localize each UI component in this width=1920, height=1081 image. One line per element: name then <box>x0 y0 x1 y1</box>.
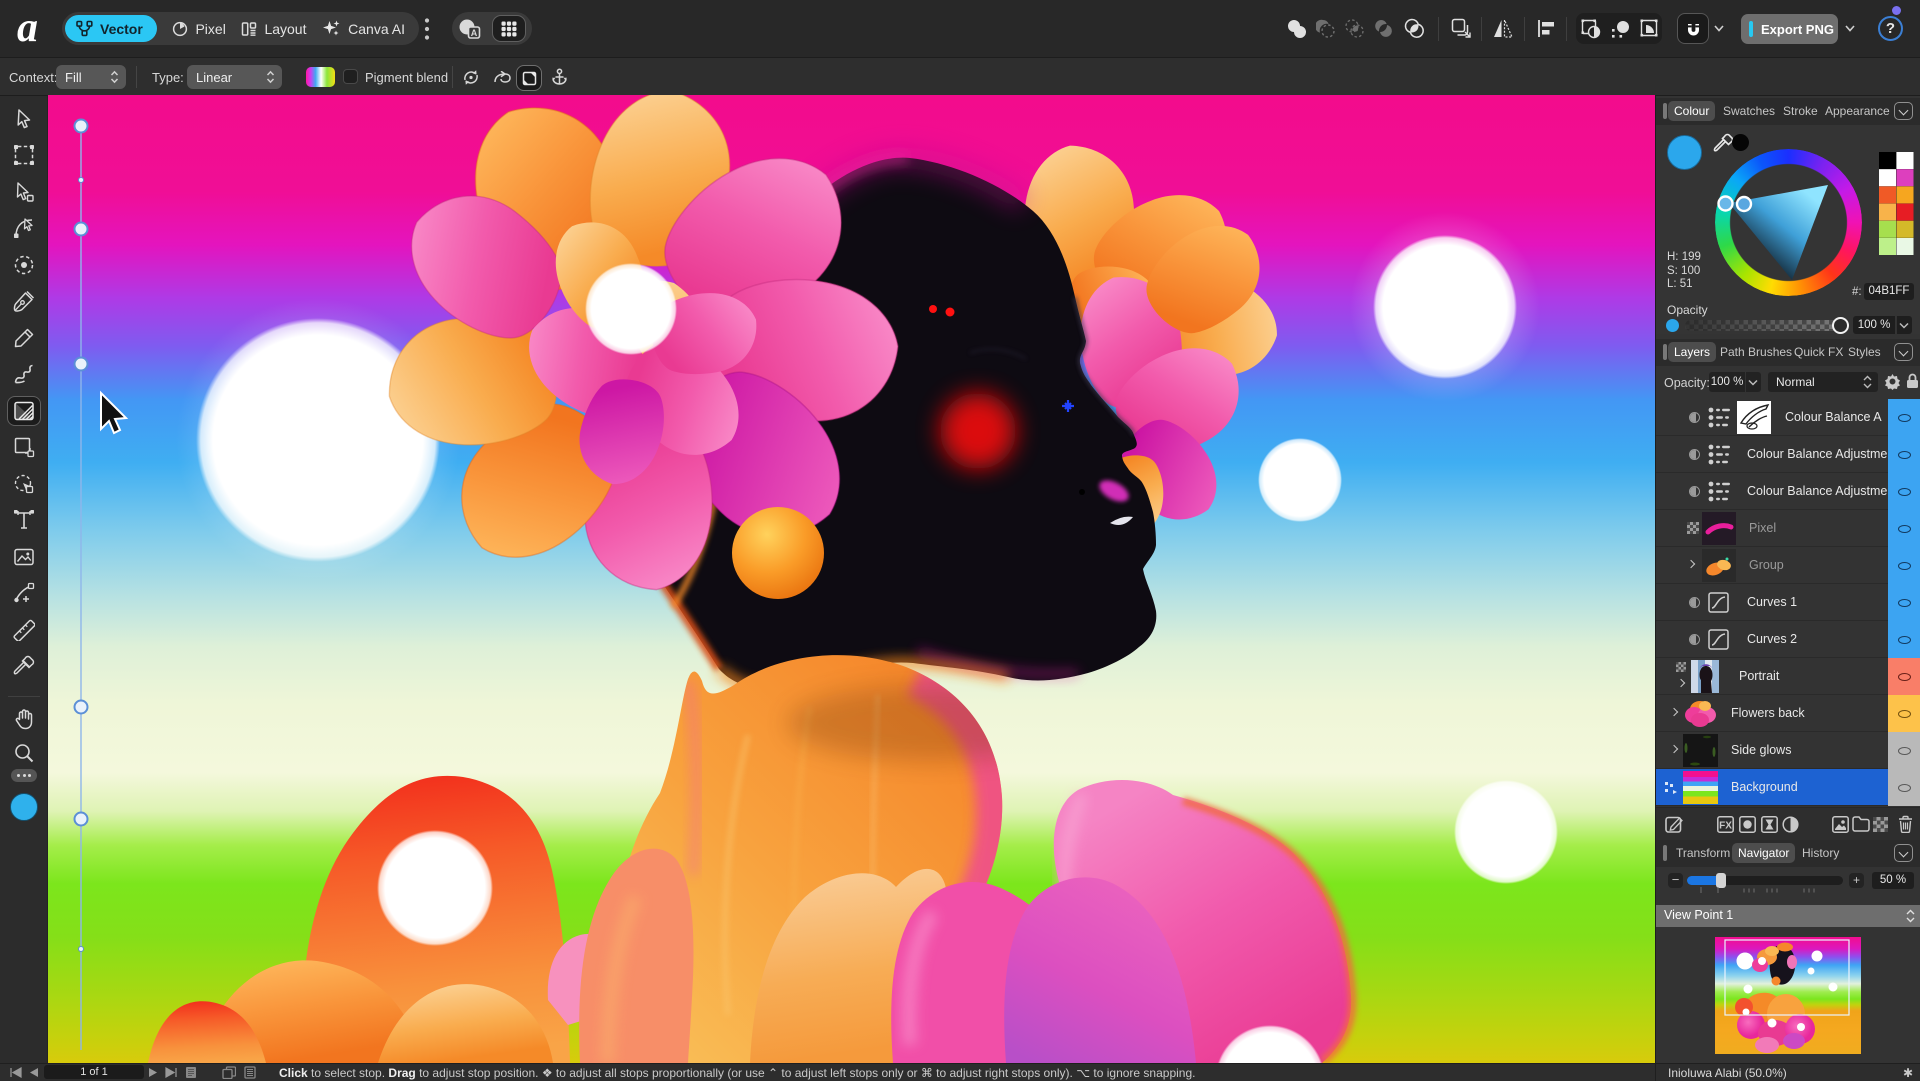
svg-text:FX: FX <box>1719 821 1732 832</box>
svg-text:A: A <box>471 28 478 38</box>
